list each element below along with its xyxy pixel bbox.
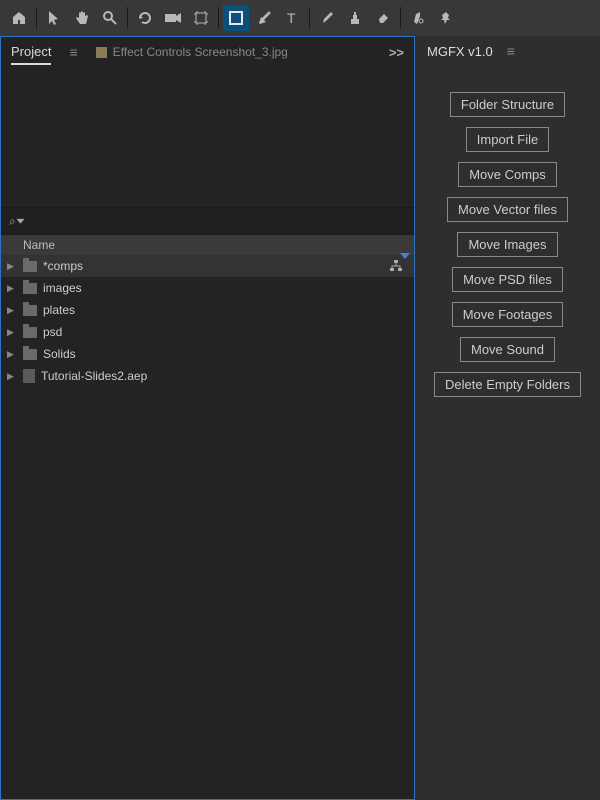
chevron-right-icon[interactable]: ▶ [7,371,17,382]
tab-mgfx[interactable]: MGFX v1.0 [427,40,493,63]
list-item[interactable]: ▶ plates [1,299,414,321]
chevron-right-icon[interactable]: ▶ [7,349,17,360]
right-panel-tabs: MGFX v1.0 ≡ [415,36,600,66]
tab-effect-controls[interactable]: Effect Controls Screenshot_3.jpg [96,45,288,59]
svg-text:T: T [287,10,296,26]
item-label: plates [43,303,75,317]
folder-icon [23,261,37,272]
pen-tool-icon[interactable] [251,5,277,31]
item-label: psd [43,325,62,339]
move-psd-files-button[interactable]: Move PSD files [452,267,563,292]
move-vector-files-button[interactable]: Move Vector files [447,197,568,222]
item-label: images [43,281,82,295]
folder-icon [23,283,37,294]
clone-stamp-icon[interactable] [342,5,368,31]
move-comps-button[interactable]: Move Comps [458,162,557,187]
search-row[interactable]: ⌕⏷ [1,207,414,235]
search-icon: ⌕⏷ [9,214,25,229]
panel-menu-icon[interactable]: ≡ [69,44,77,60]
home-icon[interactable] [6,5,32,31]
tab-project[interactable]: Project [11,40,51,65]
left-panel-tabs: Project ≡ Effect Controls Screenshot_3.j… [1,37,414,67]
list-item[interactable]: ▶ Tutorial-Slides2.aep [1,365,414,387]
zoom-tool-icon[interactable] [97,5,123,31]
item-label: *comps [43,259,83,273]
folder-structure-button[interactable]: Folder Structure [450,92,565,117]
chevron-right-icon[interactable]: ▶ [7,327,17,338]
mgfx-buttons: Folder Structure Import File Move Comps Mov… [415,66,600,423]
list-item[interactable]: ▶ psd [1,321,414,343]
list-item[interactable]: ▶ *comps [1,255,414,277]
mgfx-panel: MGFX v1.0 ≡ Folder Structure Import File M… [415,36,600,800]
move-sound-button[interactable]: Move Sound [460,337,555,362]
list-item[interactable]: ▶ images [1,277,414,299]
hierarchy-icon[interactable] [390,260,402,272]
chevron-right-icon[interactable]: >> [389,45,404,60]
image-thumb-icon [96,47,107,58]
main-toolbar: T [0,0,600,36]
folder-icon [23,327,37,338]
project-panel: Project ≡ Effect Controls Screenshot_3.j… [0,36,415,800]
preview-area [1,67,414,207]
rectangle-tool-icon[interactable] [223,5,249,31]
project-list: ▶ *comps ▶ images ▶ plates ▶ psd ▶ Solids ▶ Tutoria… [1,255,414,799]
text-tool-icon[interactable]: T [279,5,305,31]
pin-tool-icon[interactable] [433,5,459,31]
item-label: Solids [43,347,76,361]
move-footages-button[interactable]: Move Footages [452,302,564,327]
roto-brush-icon[interactable] [405,5,431,31]
rotate-tool-icon[interactable] [132,5,158,31]
column-name: Name [23,238,55,252]
folder-icon [23,305,37,316]
panel-menu-icon[interactable]: ≡ [507,43,515,59]
file-icon [23,369,35,383]
delete-empty-folders-button[interactable]: Delete Empty Folders [434,372,581,397]
sort-indicator-icon [400,253,410,259]
list-header[interactable]: Name [1,235,414,255]
selection-tool-icon[interactable] [41,5,67,31]
chevron-right-icon[interactable]: ▶ [7,305,17,316]
camera-tool-icon[interactable] [160,5,186,31]
move-images-button[interactable]: Move Images [457,232,557,257]
chevron-right-icon[interactable]: ▶ [7,283,17,294]
chevron-right-icon[interactable]: ▶ [7,261,17,272]
region-tool-icon[interactable] [188,5,214,31]
folder-icon [23,349,37,360]
item-label: Tutorial-Slides2.aep [41,369,147,383]
eraser-tool-icon[interactable] [370,5,396,31]
import-file-button[interactable]: Import File [466,127,549,152]
list-item[interactable]: ▶ Solids [1,343,414,365]
hand-tool-icon[interactable] [69,5,95,31]
brush-tool-icon[interactable] [314,5,340,31]
